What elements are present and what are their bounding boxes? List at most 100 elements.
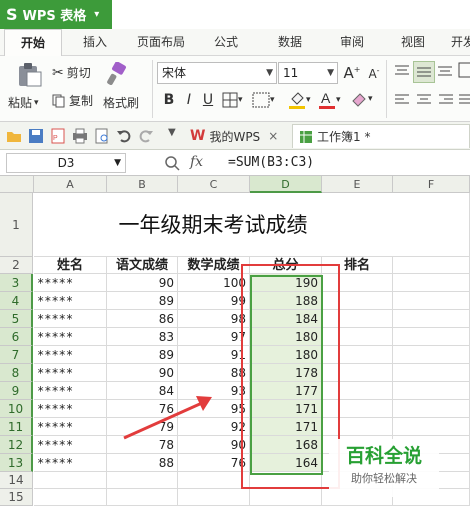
cell-d9[interactable]: 177	[250, 382, 322, 400]
cell-a15[interactable]	[34, 489, 107, 506]
font-size-select[interactable]: 11 ▼	[278, 62, 338, 84]
row-header-5[interactable]: 5	[0, 310, 33, 328]
italic-button[interactable]: I	[180, 92, 198, 108]
cell-b7[interactable]: 89	[107, 346, 178, 364]
bold-button[interactable]: B	[160, 92, 178, 108]
cell-d8[interactable]: 178	[250, 364, 322, 382]
format-painter-label[interactable]: 格式刷	[103, 94, 139, 111]
cell-a11[interactable]: *****	[34, 418, 107, 436]
close-icon[interactable]: ×	[268, 129, 278, 143]
tab-view[interactable]: 视图	[391, 29, 435, 56]
cell-a13[interactable]: *****	[34, 454, 107, 472]
cell-c4[interactable]: 99	[178, 292, 250, 310]
cell-c2[interactable]: 数学成绩	[178, 257, 250, 274]
cell-b5[interactable]: 86	[107, 310, 178, 328]
cell-f2[interactable]	[393, 257, 470, 274]
column-header-b[interactable]: B	[107, 176, 178, 193]
cell-d13[interactable]: 164	[250, 454, 322, 472]
align-left-button[interactable]	[394, 93, 410, 107]
cell-e5[interactable]	[322, 310, 393, 328]
cell-f10[interactable]	[393, 400, 470, 418]
cell-d12[interactable]: 168	[250, 436, 322, 454]
cell-c15[interactable]	[178, 489, 250, 506]
paste-label[interactable]: 粘贴 ▾	[8, 94, 39, 111]
row-header-8[interactable]: 8	[0, 364, 33, 382]
insert-function-button[interactable]: fx	[190, 154, 203, 170]
decrease-font-button[interactable]: A-	[365, 66, 383, 81]
cell-f9[interactable]	[393, 382, 470, 400]
column-header-c[interactable]: C	[178, 176, 250, 193]
cell-a7[interactable]: *****	[34, 346, 107, 364]
align-bottom-button[interactable]	[437, 64, 453, 78]
border-button[interactable]: ▾	[222, 92, 243, 108]
cell-b6[interactable]: 83	[107, 328, 178, 346]
doc-tab-mywps[interactable]: W 我的WPS ×	[186, 124, 288, 148]
cell-a10[interactable]: *****	[34, 400, 107, 418]
row-header-4[interactable]: 4	[0, 292, 33, 310]
tab-page-layout[interactable]: 页面布局	[130, 29, 192, 56]
cell-d5[interactable]: 184	[250, 310, 322, 328]
cell-f6[interactable]	[393, 328, 470, 346]
cell-d2[interactable]: 总分	[250, 257, 322, 274]
cell-a3[interactable]: *****	[34, 274, 107, 292]
cell-b15[interactable]	[107, 489, 178, 506]
cell-a4[interactable]: *****	[34, 292, 107, 310]
cell-b8[interactable]: 90	[107, 364, 178, 382]
cell-d4[interactable]: 188	[250, 292, 322, 310]
cell-a14[interactable]	[34, 472, 107, 489]
tab-formulas[interactable]: 公式	[204, 29, 248, 56]
row-header-10[interactable]: 10	[0, 400, 33, 418]
cell-c7[interactable]: 91	[178, 346, 250, 364]
save-icon[interactable]	[28, 128, 44, 144]
font-name-select[interactable]: 宋体 ▼	[157, 62, 277, 84]
cell-a9[interactable]: *****	[34, 382, 107, 400]
cell-f8[interactable]	[393, 364, 470, 382]
row-header-13[interactable]: 13	[0, 454, 33, 472]
cell-f3[interactable]	[393, 274, 470, 292]
align-right-button[interactable]	[438, 93, 454, 107]
clear-format-button[interactable]: ▾	[350, 91, 373, 107]
cell-d6[interactable]: 180	[250, 328, 322, 346]
select-all-corner[interactable]	[0, 176, 34, 193]
undo-icon[interactable]	[116, 128, 132, 144]
cell-e11[interactable]	[322, 418, 393, 436]
export-pdf-icon[interactable]: P	[50, 128, 66, 144]
increase-font-button[interactable]: A+	[343, 64, 361, 82]
tab-insert[interactable]: 插入	[72, 29, 118, 56]
cell-d3[interactable]: 190	[250, 274, 322, 292]
print-preview-icon[interactable]	[94, 128, 110, 144]
column-header-a[interactable]: A	[34, 176, 107, 193]
tab-data[interactable]: 数据	[268, 29, 312, 56]
row-header-2[interactable]: 2	[0, 257, 33, 274]
row-header-7[interactable]: 7	[0, 346, 33, 364]
cell-c13[interactable]: 76	[178, 454, 250, 472]
cell-f4[interactable]	[393, 292, 470, 310]
cell-e2[interactable]: 排名	[322, 257, 393, 274]
cell-d7[interactable]: 180	[250, 346, 322, 364]
row-header-1[interactable]: 1	[0, 193, 33, 257]
justify-button[interactable]	[458, 93, 470, 107]
redo-icon[interactable]	[138, 128, 154, 144]
cell-e9[interactable]	[322, 382, 393, 400]
fill-color-button[interactable]: ▾	[288, 91, 311, 109]
cell-d10[interactable]: 171	[250, 400, 322, 418]
cell-f5[interactable]	[393, 310, 470, 328]
cell-a2[interactable]: 姓名	[34, 257, 107, 274]
formula-input[interactable]: =SUM(B3:C3)	[228, 153, 314, 173]
cell-c3[interactable]: 100	[178, 274, 250, 292]
font-color-button[interactable]: A ▾	[318, 90, 341, 110]
tab-home[interactable]: 开始	[4, 29, 62, 56]
cell-e7[interactable]	[322, 346, 393, 364]
row-header-14[interactable]: 14	[0, 472, 33, 489]
cell-b3[interactable]: 90	[107, 274, 178, 292]
doc-tab-workbook[interactable]: 工作簿1 *	[292, 124, 470, 148]
row-header-9[interactable]: 9	[0, 382, 33, 400]
cell-e8[interactable]	[322, 364, 393, 382]
row-header-11[interactable]: 11	[0, 418, 33, 436]
row-header-3[interactable]: 3	[0, 274, 33, 292]
tab-review[interactable]: 审阅	[330, 29, 374, 56]
app-menu-button[interactable]: S WPS 表格 ▾	[0, 0, 112, 29]
cell-e4[interactable]	[322, 292, 393, 310]
cell-a5[interactable]: *****	[34, 310, 107, 328]
cell-b14[interactable]	[107, 472, 178, 489]
